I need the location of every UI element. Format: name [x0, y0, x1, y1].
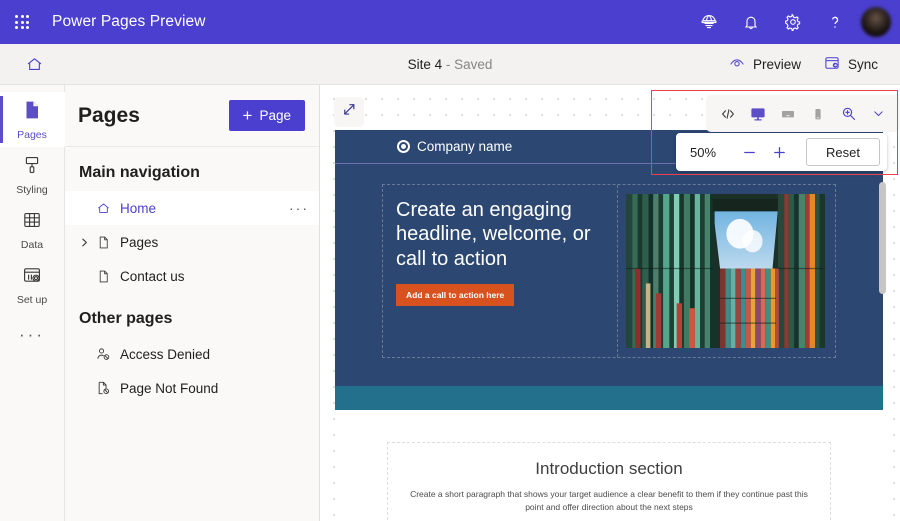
zoom-in-icon[interactable] [833, 99, 863, 129]
add-page-button[interactable]: + Page [228, 100, 305, 131]
canvas-scrollbar[interactable] [879, 182, 886, 521]
command-bar: Site 4 - Saved Preview Sync [0, 44, 900, 85]
circle-brand-icon [397, 140, 410, 153]
rail-label-pages: Pages [17, 128, 47, 141]
nav-label-home: Home [120, 200, 157, 216]
section-gap [335, 410, 883, 442]
device-preview-toolbar [706, 95, 900, 132]
nav-label-page-not-found: Page Not Found [120, 380, 219, 396]
other-pages-heading: Other pages [79, 310, 173, 327]
nav-item-pages[interactable]: Pages [65, 225, 319, 259]
suite-bar-actions [688, 0, 900, 44]
sync-icon [823, 54, 841, 75]
introduction-heading: Introduction section [535, 459, 683, 478]
zoom-popup: 50% Reset [676, 133, 887, 171]
teal-divider-band [335, 386, 883, 410]
company-name-label: Company name [417, 139, 513, 154]
paint-roller-icon [21, 154, 43, 181]
pages-panel: Pages + Page Main navigation Home ··· Pa… [65, 85, 320, 521]
site-preview[interactable]: Company name Create an engaging headline… [335, 130, 883, 521]
rail-more-button[interactable]: ··· [0, 312, 65, 356]
zoom-out-button[interactable] [734, 137, 764, 167]
expand-diagonal-icon [341, 101, 358, 123]
hero-layout: Create an engaging headline, welcome, or… [382, 184, 836, 358]
file-blocked-icon [95, 380, 111, 396]
code-icon[interactable] [713, 99, 743, 129]
left-rail: Pages Styling Data Set up ··· [0, 85, 65, 521]
bell-icon[interactable] [730, 0, 772, 44]
reset-zoom-button[interactable]: Reset [806, 138, 880, 166]
design-canvas[interactable]: 50% Reset Company name Create an engagin… [320, 85, 900, 521]
rail-item-data[interactable]: Data [0, 202, 65, 257]
home-button[interactable] [0, 44, 68, 85]
main-navigation-heading: Main navigation [79, 164, 200, 181]
power-pages-designer: Power Pages Preview Site 4 - Saved Previ… [0, 0, 900, 521]
rail-more-ellipsis: ··· [19, 324, 45, 344]
hero-cta-button[interactable]: Add a call to action here [396, 284, 515, 307]
introduction-section[interactable]: Introduction section Create a short para… [387, 442, 831, 521]
setup-gear-icon [21, 264, 43, 291]
site-name: Site 4 [407, 56, 443, 72]
app-title: Power Pages Preview [52, 13, 206, 30]
globe-settings-icon[interactable] [688, 0, 730, 44]
nav-item-contact-us[interactable]: Contact us [65, 259, 319, 293]
person-blocked-icon [95, 346, 111, 362]
command-bar-actions: Preview Sync [720, 49, 900, 80]
page-title: Pages [78, 103, 140, 127]
preview-eye-icon [728, 54, 746, 75]
nav-label-contact-us: Contact us [120, 268, 185, 284]
hero-headline: Create an engaging headline, welcome, or… [396, 199, 591, 270]
help-icon[interactable] [814, 0, 856, 44]
rail-item-styling[interactable]: Styling [0, 147, 65, 202]
nav-label-pages: Pages [120, 234, 159, 250]
nav-item-page-not-found[interactable]: Page Not Found [65, 371, 319, 405]
hero-text-column[interactable]: Create an engaging headline, welcome, or… [383, 185, 619, 357]
nav-item-access-denied[interactable]: Access Denied [65, 337, 319, 371]
canvas-scrollbar-thumb[interactable] [879, 182, 886, 294]
rail-item-pages[interactable]: Pages [0, 92, 65, 147]
zoom-in-button[interactable] [764, 137, 794, 167]
rail-label-setup: Set up [16, 293, 48, 306]
hero-image [626, 194, 826, 348]
rail-label-styling: Styling [16, 183, 48, 196]
nav-label-access-denied: Access Denied [120, 346, 211, 362]
preview-button[interactable]: Preview [720, 49, 809, 80]
desktop-icon[interactable] [743, 99, 773, 129]
avatar[interactable] [861, 7, 891, 37]
introduction-paragraph: Create a short paragraph that shows your… [410, 489, 808, 513]
sync-button[interactable]: Sync [815, 49, 886, 80]
home-icon [95, 200, 111, 216]
add-page-label: Page [259, 108, 291, 123]
hero-section[interactable]: Create an engaging headline, welcome, or… [335, 164, 883, 386]
file-icon [95, 234, 111, 250]
rail-label-data: Data [20, 238, 44, 251]
rail-item-setup[interactable]: Set up [0, 257, 65, 312]
plus-icon: + [242, 106, 253, 125]
tablet-icon[interactable] [773, 99, 803, 129]
mobile-icon[interactable] [803, 99, 833, 129]
table-icon [21, 209, 43, 236]
app-launcher-button[interactable] [0, 0, 44, 44]
nav-item-home[interactable]: Home ··· [65, 191, 319, 225]
hero-image-column[interactable] [618, 185, 835, 357]
file-icon [95, 268, 111, 284]
gear-icon[interactable] [772, 0, 814, 44]
suite-bar: Power Pages Preview [0, 0, 900, 44]
expand-canvas-button[interactable] [334, 97, 364, 127]
sync-label: Sync [847, 56, 878, 72]
pages-panel-header: Pages + Page [65, 85, 319, 147]
nav-overflow-menu-home[interactable]: ··· [289, 201, 309, 215]
save-state: - Saved [445, 56, 493, 72]
preview-label: Preview [752, 56, 801, 72]
waffle-icon [15, 15, 29, 29]
chevron-right-icon[interactable] [77, 235, 91, 249]
chevron-down-icon[interactable] [863, 99, 893, 129]
zoom-level-value: 50% [690, 144, 717, 160]
page-icon [21, 99, 43, 126]
